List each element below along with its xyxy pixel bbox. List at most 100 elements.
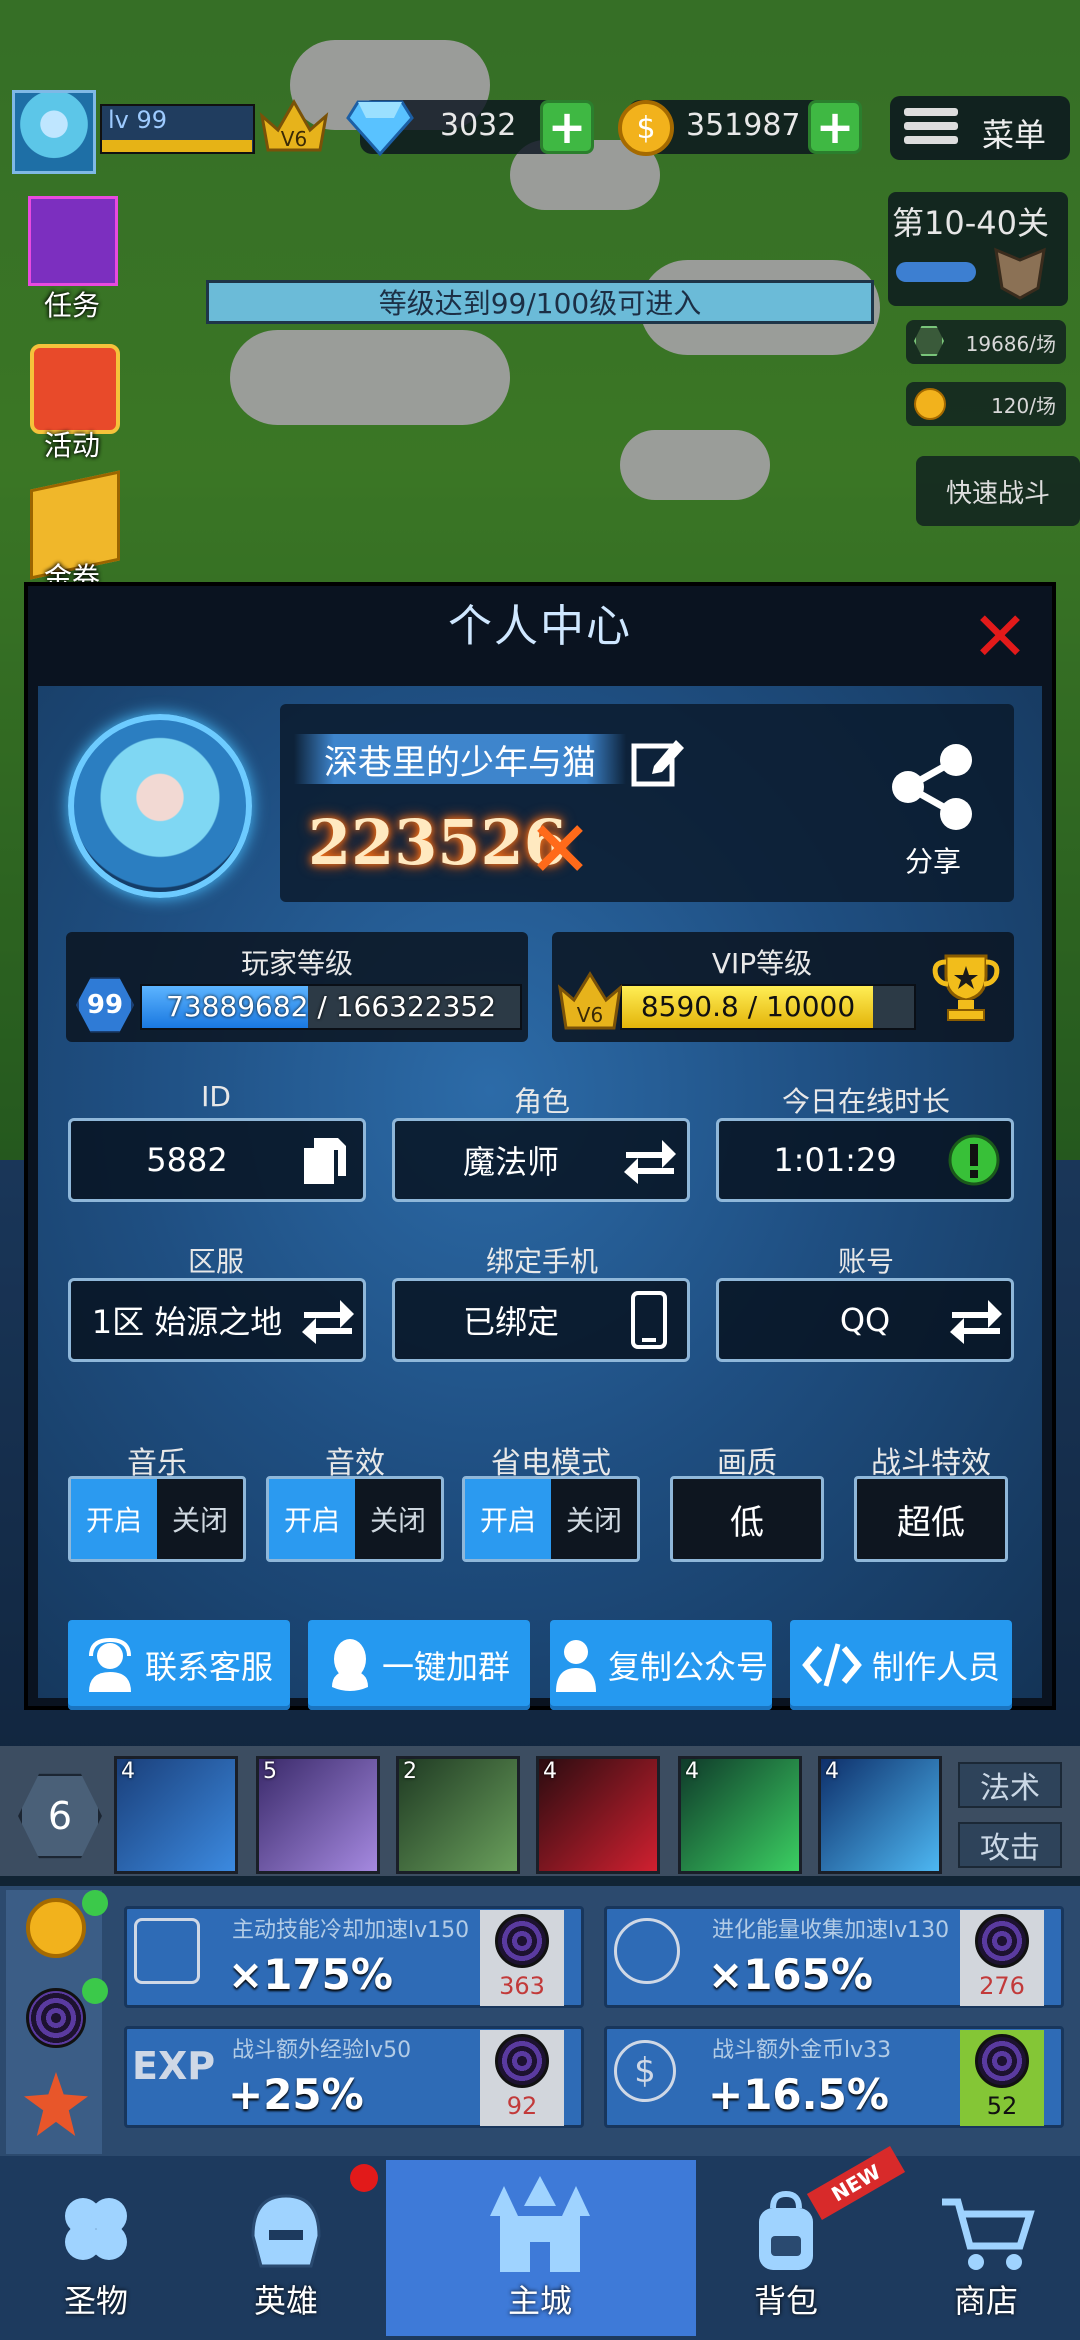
server-label: 区服 xyxy=(187,1245,244,1278)
power-save-toggle[interactable]: 开启 关闭 xyxy=(462,1476,640,1562)
contact-support-label: 联系客服 xyxy=(144,1648,273,1686)
role-value: 魔法师 xyxy=(462,1143,559,1181)
tab-attack[interactable]: 攻击 xyxy=(958,1822,1062,1868)
nav-label: 背包 xyxy=(753,2282,818,2320)
credits-label: 制作人员 xyxy=(871,1648,1000,1686)
credits-button[interactable]: 制作人员 xyxy=(790,1620,1012,1710)
skill-slot[interactable]: 5 xyxy=(256,1756,380,1874)
exp-rate: 19686/场 xyxy=(965,331,1056,356)
penguin-icon xyxy=(331,1639,368,1691)
crossed-swords-icon xyxy=(537,825,583,871)
share-icon[interactable] xyxy=(884,742,980,832)
cart-icon xyxy=(942,2198,1035,2270)
boost-upgrade-cost[interactable]: 52 xyxy=(960,2030,1044,2126)
join-group-button[interactable]: 一键加群 xyxy=(308,1620,530,1710)
skill-slot[interactable]: 4 xyxy=(678,1756,802,1874)
menu-button[interactable]: 菜单 xyxy=(890,96,1070,160)
copy-icon[interactable] xyxy=(300,1134,350,1188)
boost-upgrade-cost[interactable]: 363 xyxy=(480,1910,564,2006)
gold-coin-icon: $ xyxy=(618,100,674,156)
music-toggle[interactable]: 开启 关闭 xyxy=(68,1476,246,1562)
evolution-energy-icon[interactable] xyxy=(26,1988,86,2048)
music-on[interactable]: 开启 xyxy=(71,1479,157,1559)
power-save-on[interactable]: 开启 xyxy=(465,1479,551,1559)
task-icon[interactable] xyxy=(28,196,118,286)
vip-crown-icon[interactable]: V6 xyxy=(258,96,330,160)
hamburger-icon xyxy=(904,102,958,150)
boost-value: ×175% xyxy=(228,1950,393,1999)
nav-label: 主城 xyxy=(507,2282,572,2320)
server-value: 1区 始源之地 xyxy=(91,1303,283,1341)
svg-text:$: $ xyxy=(636,111,655,146)
side-menu-task[interactable]: 任务 xyxy=(12,284,132,324)
boost-cost: 92 xyxy=(506,2092,538,2120)
phone-label: 绑定手机 xyxy=(485,1245,598,1278)
skill-slot[interactable]: 4 xyxy=(114,1756,238,1874)
power-save-off[interactable]: 关闭 xyxy=(551,1479,637,1559)
stage-progress-bar xyxy=(896,262,976,282)
player-exp-text: 73889682 / 166322352 xyxy=(165,990,497,1023)
skill-slot[interactable]: 4 xyxy=(818,1756,942,1874)
vip-badge-text: V6 xyxy=(281,127,307,151)
gold-coin-icon xyxy=(914,388,946,420)
helmet-icon xyxy=(251,2194,321,2268)
cooldown-icon xyxy=(134,1918,200,1984)
sound-off[interactable]: 关闭 xyxy=(355,1479,441,1559)
nav-main-city[interactable]: 主城 xyxy=(450,2156,630,2340)
player-level-text: lv 99 xyxy=(108,106,168,134)
phone-value: 已绑定 xyxy=(462,1303,559,1341)
code-tools-icon xyxy=(802,1643,862,1687)
phone-icon xyxy=(631,1291,667,1349)
skill-slot[interactable]: 4 xyxy=(536,1756,660,1874)
player-avatar[interactable] xyxy=(12,90,96,174)
player-level-title: 玩家等级 xyxy=(240,947,353,980)
diamond-icon xyxy=(346,100,414,156)
gift-icon[interactable] xyxy=(30,344,120,434)
castle-icon xyxy=(490,2176,590,2272)
fast-battle-button[interactable]: 快速战斗 xyxy=(916,456,1080,526)
add-gold-button[interactable]: + xyxy=(808,100,862,154)
close-button[interactable]: ✕ xyxy=(970,604,1030,672)
stage-label: 第10-40关 xyxy=(892,204,1049,242)
evolution-energy-icon xyxy=(975,2034,1029,2088)
swap-icon[interactable] xyxy=(300,1294,356,1348)
add-diamond-button[interactable]: + xyxy=(540,100,594,154)
tab-magic[interactable]: 法术 xyxy=(958,1762,1062,1808)
sound-on[interactable]: 开启 xyxy=(269,1479,355,1559)
edit-icon[interactable] xyxy=(630,736,686,788)
boost-upgrade-cost[interactable]: 92 xyxy=(480,2030,564,2126)
evolution-energy-icon xyxy=(495,1914,549,1968)
music-off[interactable]: 关闭 xyxy=(157,1479,243,1559)
boost-upgrade-cost[interactable]: 276 xyxy=(960,1910,1044,2006)
boost-cost: 276 xyxy=(979,1972,1025,2000)
effects-select[interactable]: 超低 xyxy=(854,1476,1008,1562)
diamond-count: 3032 xyxy=(440,108,517,143)
notification-dot xyxy=(350,2164,378,2192)
nav-relics[interactable]: 圣物 xyxy=(6,2156,186,2340)
contact-support-button[interactable]: 联系客服 xyxy=(68,1620,290,1710)
vip-crown-icon: V6 xyxy=(557,971,623,1030)
quality-select[interactable]: 低 xyxy=(670,1476,824,1562)
copy-official-account-button[interactable]: 复制公众号 xyxy=(550,1620,772,1710)
skill-slot[interactable]: 2 xyxy=(396,1756,520,1874)
gold-rate: 120/场 xyxy=(991,393,1056,418)
gold-count: 351987 xyxy=(686,108,801,143)
nav-shop[interactable]: 商店 xyxy=(896,2156,1076,2340)
swap-icon[interactable] xyxy=(948,1294,1004,1348)
share-label[interactable]: 分享 xyxy=(900,840,966,880)
swap-icon[interactable] xyxy=(622,1134,678,1188)
skill-level: 2 xyxy=(403,1759,417,1784)
skill-level: 4 xyxy=(543,1759,557,1784)
nav-heroes[interactable]: 英雄 xyxy=(196,2156,376,2340)
boost-value: +25% xyxy=(228,2070,364,2119)
sound-toggle[interactable]: 开启 关闭 xyxy=(266,1476,444,1562)
role-label: 角色 xyxy=(513,1085,570,1118)
skill-level: 4 xyxy=(121,1759,135,1784)
notification-dot xyxy=(82,1978,108,2004)
info-alert-icon[interactable] xyxy=(948,1134,1000,1186)
trophy-icon[interactable] xyxy=(928,950,1004,1026)
side-menu-activity[interactable]: 活动 xyxy=(12,424,132,464)
dialog-title: 个人中心 xyxy=(448,601,632,652)
gold-coin-icon[interactable] xyxy=(26,1898,86,1958)
profile-avatar[interactable] xyxy=(68,714,252,898)
